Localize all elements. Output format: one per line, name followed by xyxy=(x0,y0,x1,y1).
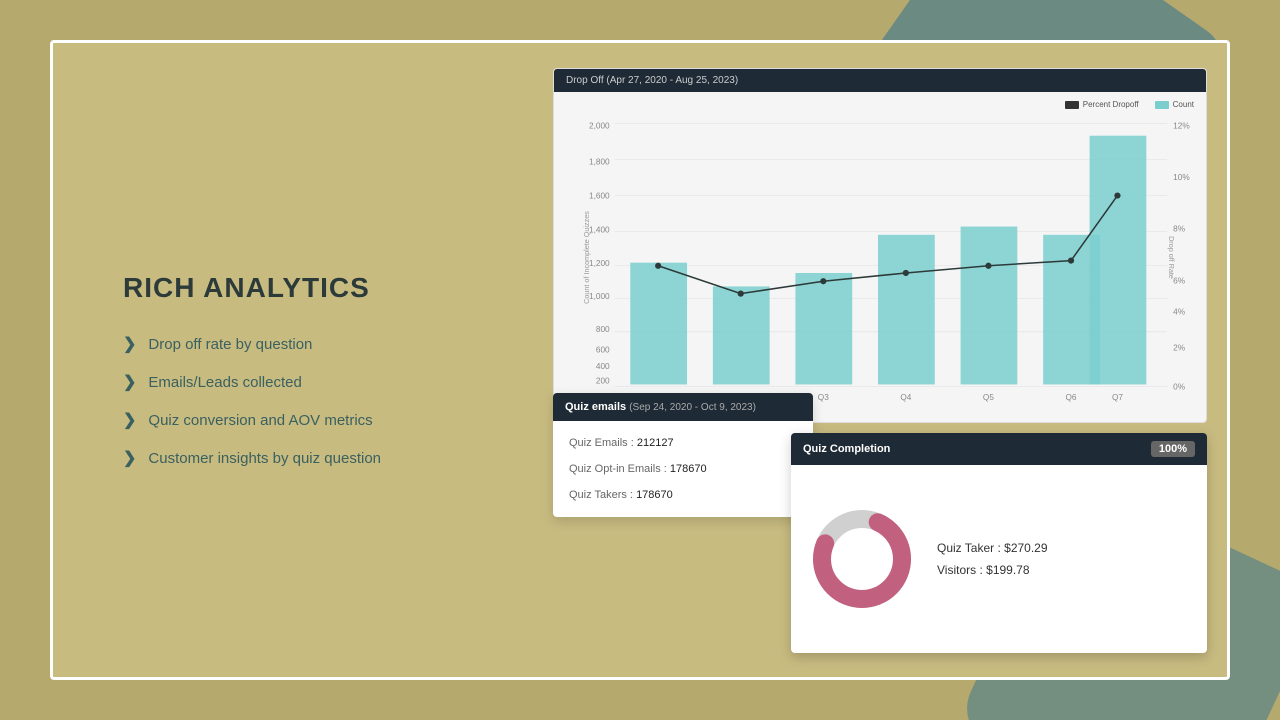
svg-text:2,000: 2,000 xyxy=(589,121,610,130)
legend-label-count: Count xyxy=(1173,100,1194,109)
quiz-emails-body: Quiz Emails : 212127 Quiz Opt-in Emails … xyxy=(553,421,813,517)
svg-text:800: 800 xyxy=(596,325,610,334)
chevron-icon-4: ❯ xyxy=(123,448,136,468)
stat-row-3: Quiz Takers : 178670 xyxy=(569,489,797,501)
chevron-icon-2: ❯ xyxy=(123,372,136,392)
svg-text:200: 200 xyxy=(596,376,610,385)
bullet-item-2: ❯ Emails/Leads collected xyxy=(123,372,483,392)
svg-text:Q7: Q7 xyxy=(1112,393,1123,402)
legend-count: Count xyxy=(1155,100,1194,109)
donut-chart xyxy=(807,504,917,614)
chart-legend: Percent Dropoff Count xyxy=(562,100,1194,109)
svg-text:1,600: 1,600 xyxy=(589,192,610,201)
quiz-emails-header: Quiz emails (Sep 24, 2020 - Oct 9, 2023) xyxy=(553,393,813,421)
svg-text:Q3: Q3 xyxy=(818,393,829,402)
bullet-text-4: Customer insights by quiz question xyxy=(148,450,381,467)
drop-off-chart: Drop Off (Apr 27, 2020 - Aug 25, 2023) P… xyxy=(553,68,1207,423)
right-panel: Drop Off (Apr 27, 2020 - Aug 25, 2023) P… xyxy=(533,43,1227,677)
bullet-item-1: ❯ Drop off rate by question xyxy=(123,334,483,354)
legend-label-percent: Percent Dropoff xyxy=(1083,100,1139,109)
slide-title: RICH ANALYTICS xyxy=(123,272,483,304)
svg-text:12%: 12% xyxy=(1173,121,1190,130)
svg-text:0%: 0% xyxy=(1173,383,1186,392)
svg-text:2%: 2% xyxy=(1173,343,1186,352)
svg-text:Count of Incomplete Quizzes: Count of Incomplete Quizzes xyxy=(582,211,591,304)
svg-text:1,800: 1,800 xyxy=(589,158,610,167)
chart-title: Drop Off (Apr 27, 2020 - Aug 25, 2023) xyxy=(566,75,738,86)
bullet-list: ❯ Drop off rate by question ❯ Emails/Lea… xyxy=(123,334,483,468)
completion-stat-value-2: $199.78 xyxy=(986,563,1029,577)
svg-text:600: 600 xyxy=(596,345,610,354)
svg-text:1,400: 1,400 xyxy=(589,226,610,235)
quiz-completion-card: Quiz Completion 100% Quiz Taker : $270.2… xyxy=(791,433,1207,653)
stat-value-1: 212127 xyxy=(637,437,674,449)
bullet-text-2: Emails/Leads collected xyxy=(148,374,301,391)
bullet-item-4: ❯ Customer insights by quiz question xyxy=(123,448,483,468)
donut-svg xyxy=(807,504,917,614)
svg-text:10%: 10% xyxy=(1173,173,1190,182)
completion-body: Quiz Taker : $270.29 Visitors : $199.78 xyxy=(791,465,1207,653)
chart-header: Drop Off (Apr 27, 2020 - Aug 25, 2023) xyxy=(554,69,1206,92)
completion-stat-1: Quiz Taker : $270.29 xyxy=(937,541,1048,555)
svg-text:Q6: Q6 xyxy=(1066,393,1077,402)
completion-stat-label-2: Visitors : xyxy=(937,563,983,577)
svg-text:4%: 4% xyxy=(1173,307,1186,316)
svg-text:1,000: 1,000 xyxy=(589,292,610,301)
chart-svg-wrapper: 2,000 1,800 1,600 1,400 1,200 1,000 800 … xyxy=(562,113,1194,402)
left-panel: RICH ANALYTICS ❯ Drop off rate by questi… xyxy=(53,43,533,677)
completion-stat-2: Visitors : $199.78 xyxy=(937,563,1048,577)
stat-label-3: Quiz Takers : xyxy=(569,489,633,501)
bar-chart-svg: 2,000 1,800 1,600 1,400 1,200 1,000 800 … xyxy=(562,113,1194,402)
chart-body: Percent Dropoff Count 2,000 1,800 1,600 … xyxy=(554,92,1206,417)
bullet-text-1: Drop off rate by question xyxy=(148,336,312,353)
completion-stat-value-1: $270.29 xyxy=(1004,541,1047,555)
chevron-icon-3: ❯ xyxy=(123,410,136,430)
stat-row-1: Quiz Emails : 212127 xyxy=(569,437,797,449)
stat-value-3: 178670 xyxy=(636,489,673,501)
svg-text:8%: 8% xyxy=(1173,225,1186,234)
svg-text:400: 400 xyxy=(596,362,610,371)
completion-title: Quiz Completion xyxy=(803,443,890,455)
quiz-emails-title: Quiz emails (Sep 24, 2020 - Oct 9, 2023) xyxy=(565,401,756,413)
legend-color-percent xyxy=(1065,101,1079,109)
stat-label-2: Quiz Opt-in Emails : xyxy=(569,463,667,475)
completion-stat-label-1: Quiz Taker : xyxy=(937,541,1001,555)
quiz-emails-card: Quiz emails (Sep 24, 2020 - Oct 9, 2023)… xyxy=(553,393,813,517)
svg-text:Drop off Rate: Drop off Rate xyxy=(1167,236,1176,279)
svg-text:Q5: Q5 xyxy=(983,393,994,402)
legend-percent: Percent Dropoff xyxy=(1065,100,1139,109)
svg-text:Q4: Q4 xyxy=(900,393,911,402)
bullet-text-3: Quiz conversion and AOV metrics xyxy=(148,412,372,429)
stat-row-2: Quiz Opt-in Emails : 178670 xyxy=(569,463,797,475)
stat-label-1: Quiz Emails : xyxy=(569,437,634,449)
completion-badge: 100% xyxy=(1151,441,1195,457)
slide-container: RICH ANALYTICS ❯ Drop off rate by questi… xyxy=(50,40,1230,680)
bullet-item-3: ❯ Quiz conversion and AOV metrics xyxy=(123,410,483,430)
completion-stats: Quiz Taker : $270.29 Visitors : $199.78 xyxy=(937,541,1048,577)
svg-text:1,200: 1,200 xyxy=(589,259,610,268)
stat-value-2: 178670 xyxy=(670,463,707,475)
chevron-icon-1: ❯ xyxy=(123,334,136,354)
completion-header: Quiz Completion 100% xyxy=(791,433,1207,465)
legend-color-count xyxy=(1155,101,1169,109)
